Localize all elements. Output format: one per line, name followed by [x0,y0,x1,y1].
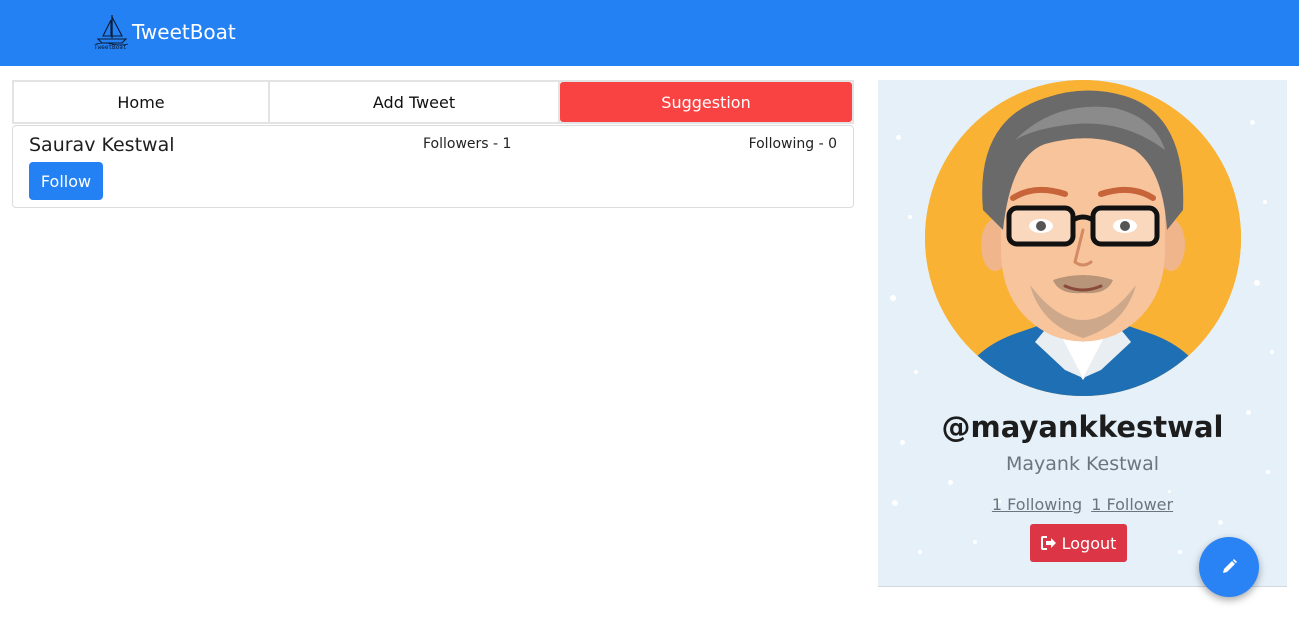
suggestion-card: Saurav Kestwal Followers - 1 Following -… [12,125,854,208]
snow-dot [1254,280,1260,286]
profile-stats: 1 Following 1 Follower [878,495,1287,514]
profile-handle: @mayankkestwal [941,410,1224,444]
snow-dot [948,480,953,485]
sailboat-icon: TweetBoat [92,12,132,54]
tab-home[interactable]: Home [14,82,270,122]
snow-dot [1178,550,1182,554]
avatar-illustration [925,80,1241,396]
logout-button[interactable]: Logout [1030,524,1127,562]
follow-button[interactable]: Follow [29,162,103,200]
profile-full-name: Mayank Kestwal [1005,453,1160,475]
brand-link[interactable]: TweetBoat TweetBoat [92,12,236,54]
snow-dot [914,370,918,374]
suggested-user-name: Saurav Kestwal [29,134,175,156]
snow-dot [1168,490,1171,493]
tab-bar: Home Add Tweet Suggestion [12,80,854,124]
snow-dot [1270,350,1274,354]
followers-count: Followers - 1 [423,136,512,152]
pencil-icon [1223,559,1237,573]
logout-label: Logout [1061,533,1117,553]
follower-link[interactable]: 1 Follower [1091,495,1173,514]
sign-out-icon [1040,536,1056,550]
snow-dot [890,295,896,301]
tab-suggestion[interactable]: Suggestion [560,82,852,122]
brand-name[interactable]: TweetBoat [132,20,236,44]
snow-dot [973,540,977,544]
navbar: TweetBoat TweetBoat [0,0,1299,66]
profile-panel: @mayankkestwal Mayank Kestwal 1 Followin… [878,80,1287,587]
tab-add-tweet[interactable]: Add Tweet [270,82,560,122]
logo-text: TweetBoat [94,44,127,51]
snow-dot [1263,200,1267,204]
following-link[interactable]: 1 Following [992,495,1082,514]
snow-dot [1218,520,1223,525]
snow-dot [918,550,922,554]
compose-fab[interactable] [1199,537,1259,597]
following-count: Following - 0 [748,136,837,152]
snow-dot [908,215,912,219]
profile-avatar [925,80,1241,396]
snow-dot [1250,120,1255,125]
snow-dot [896,135,901,140]
